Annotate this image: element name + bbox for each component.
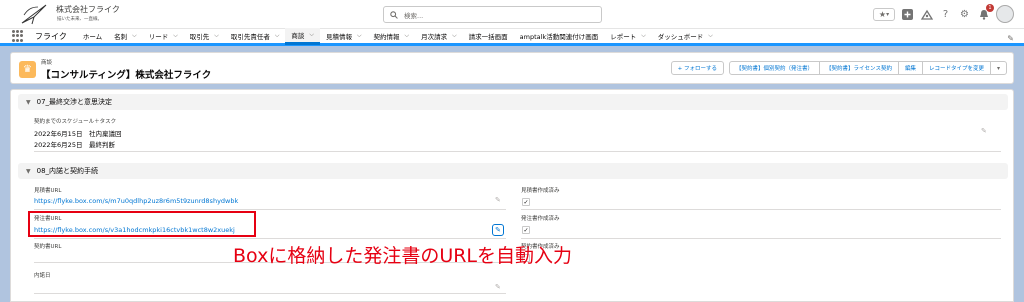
header-utility-bar: ★ ▾ ? ⚙ 1 <box>873 3 1014 23</box>
estimate-url-label: 見積書URL <box>34 188 62 194</box>
agreement-date-label: 内諾日 <box>34 273 51 279</box>
schedule-label: 契約までのスケジュール＋タスク <box>34 119 117 125</box>
chevron-down-icon: ⌵ <box>641 32 646 39</box>
nav-item-leads[interactable]: リード ⌵ <box>143 28 184 45</box>
order-done-checkbox: ✓ <box>522 226 530 234</box>
nav-item-dashboards[interactable]: ダッシュボード ⌵ <box>652 28 719 45</box>
nav-item-business-cards[interactable]: 名刺 ⌵ <box>108 28 143 45</box>
nav-item-bulk-billing[interactable]: 請求一括画面 <box>463 28 514 45</box>
chevron-down-icon: ⌵ <box>274 32 280 39</box>
user-avatar[interactable] <box>996 5 1014 23</box>
pencil-icon-active[interactable]: ✎ <box>492 224 504 236</box>
annotation-caption: Boxに格納した発注書のURLを自動入力 <box>233 245 573 267</box>
record-object-type: 商談 <box>41 60 53 66</box>
section-title-07: 07_最終交渉と意思決定 <box>36 98 113 106</box>
record-title: 【コンサルティング】株式会社フライク <box>41 70 212 81</box>
chevron-down-icon: ⌵ <box>309 30 314 38</box>
app-name: フライク <box>35 31 67 41</box>
schedule-line-1: 2022年6月15日 社内稟議回 <box>34 130 122 138</box>
divider <box>34 209 506 210</box>
edit-button[interactable]: 編集 <box>897 61 923 75</box>
contract-license-button[interactable]: 【契約書】ライセンス契約 <box>819 61 899 75</box>
chevron-down-icon: ▾ <box>996 64 1000 72</box>
nav-item-contracts[interactable]: 契約情報 ⌵ <box>368 28 416 45</box>
nav-item-opportunities[interactable]: 商談 ⌵ <box>285 27 320 45</box>
record-detail-card: ▼ 07_最終交渉と意思決定 契約までのスケジュール＋タスク 2022年6月15… <box>10 89 1014 302</box>
company-name: 株式会社フライク <box>56 5 120 14</box>
chevron-down-icon: ⌵ <box>132 32 137 39</box>
global-create-icon[interactable] <box>901 8 914 21</box>
contract-url-label: 契約書URL <box>34 244 62 250</box>
app-navigation-bar: フライク ホーム 名刺 ⌵ リード ⌵ 取引先 ⌵ 取引先責任者 ⌵ 商談 ⌵ 見積情報 ⌵… <box>0 27 1024 46</box>
more-actions-button[interactable]: ▾ <box>989 61 1007 75</box>
change-record-type-button[interactable]: レコードタイプを変更 <box>921 61 991 75</box>
company-tagline: 描いた未来、一直線。 <box>57 17 102 22</box>
action-button-group: 【契約書】個別契約（発注書） 【契約書】ライセンス契約 編集 レコードタイプを変… <box>729 61 1007 75</box>
estimate-done-checkbox: ✓ <box>522 198 530 206</box>
chevron-down-icon: ⌵ <box>452 32 457 39</box>
highlight-box <box>28 211 256 237</box>
order-done-label: 発注書作成済み <box>521 216 560 222</box>
trailhead-icon[interactable] <box>920 8 933 21</box>
star-icon: ★ <box>878 9 887 19</box>
help-icon[interactable]: ? <box>939 8 952 21</box>
divider <box>34 293 506 294</box>
edit-nav-icon[interactable]: ✎ <box>1007 34 1014 43</box>
company-logo[interactable] <box>20 3 48 25</box>
favorites-button[interactable]: ★ ▾ <box>873 7 895 21</box>
global-header: 株式会社フライク 描いた未来、一直線。 検索... ★ ▾ ? ⚙ 1 <box>0 0 1024 29</box>
follow-button[interactable]: + フォローする <box>670 61 725 75</box>
section-title-08: 08_内諾と契約手続 <box>36 167 99 175</box>
record-header: ♛ 商談 【コンサルティング】株式会社フライク + フォローする 【契約書】個別… <box>10 52 1014 84</box>
estimate-done-label: 見積書作成済み <box>521 188 560 194</box>
app-launcher-icon[interactable] <box>12 30 24 42</box>
nav-item-monthly-billing[interactable]: 月次請求 ⌵ <box>415 28 463 45</box>
divider <box>521 238 1001 239</box>
chevron-down-icon: ⌵ <box>708 32 713 39</box>
divider <box>521 209 1001 210</box>
nav-item-estimates[interactable]: 見積情報 ⌵ <box>320 28 368 45</box>
bell-icon[interactable]: 1 <box>977 3 994 21</box>
pencil-icon[interactable]: ✎ <box>495 283 501 291</box>
chevron-down-icon: ▼ <box>26 167 31 175</box>
crown-icon: ♛ <box>19 61 36 78</box>
chevron-down-icon: ⌵ <box>214 32 219 39</box>
search-placeholder: 検索... <box>404 11 424 20</box>
pencil-icon[interactable]: ✎ <box>981 127 987 135</box>
search-icon <box>390 10 398 19</box>
record-actions: + フォローする 【契約書】個別契約（発注書） 【契約書】ライセンス契約 編集 … <box>670 61 1007 75</box>
chevron-down-icon: ▾ <box>886 10 890 18</box>
chevron-down-icon: ⌵ <box>404 32 410 39</box>
divider <box>34 151 1001 152</box>
estimate-url-link[interactable]: https://flyke.box.com/s/m7u0qdlhp2uz8r6m… <box>34 197 238 205</box>
nav-item-contacts[interactable]: 取引先責任者 ⌵ <box>225 28 286 45</box>
nav-item-home[interactable]: ホーム <box>77 28 108 45</box>
chevron-down-icon: ⌵ <box>173 32 178 39</box>
chevron-down-icon: ⌵ <box>356 32 362 39</box>
nav-item-accounts[interactable]: 取引先 ⌵ <box>184 28 225 45</box>
section-header-08[interactable]: ▼ 08_内諾と契約手続 <box>18 163 1008 179</box>
schedule-line-2: 2022年6月25日 最終判断 <box>34 141 115 149</box>
section-header-07[interactable]: ▼ 07_最終交渉と意思決定 <box>18 94 1008 110</box>
nav-item-reports[interactable]: レポート ⌵ <box>604 28 652 45</box>
global-search-input[interactable]: 検索... <box>383 6 602 23</box>
divider <box>34 238 506 239</box>
contract-individual-button[interactable]: 【契約書】個別契約（発注書） <box>729 61 821 75</box>
chevron-down-icon: ▼ <box>26 98 31 106</box>
gear-icon[interactable]: ⚙ <box>958 8 971 21</box>
notification-badge: 1 <box>986 3 994 12</box>
nav-item-amptalk[interactable]: amptalk活動関連付け画面 <box>514 28 605 45</box>
pencil-icon[interactable]: ✎ <box>495 196 501 204</box>
